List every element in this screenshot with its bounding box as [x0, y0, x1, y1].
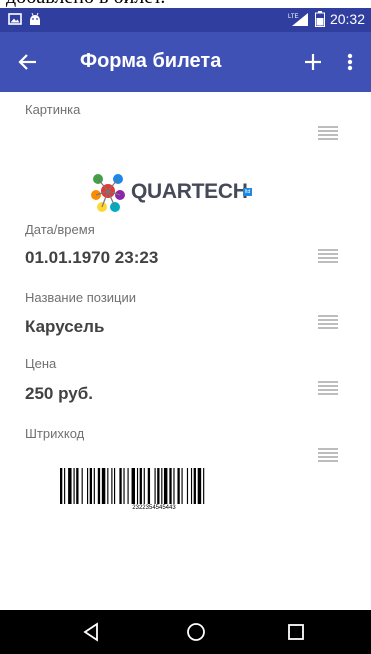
- datetime-value[interactable]: 01.01.1970 23:23: [25, 248, 158, 268]
- status-time: 20:32: [329, 11, 365, 27]
- add-icon[interactable]: [299, 48, 327, 76]
- back-arrow-icon[interactable]: [14, 48, 42, 76]
- logo-badge: ltd: [243, 188, 253, 196]
- item-name-value[interactable]: Карусель: [25, 317, 104, 337]
- drag-handle-icon[interactable]: [318, 381, 338, 395]
- item-name-label: Название позиции: [25, 290, 137, 305]
- drag-handle-icon[interactable]: [318, 126, 338, 140]
- datetime-label: Дата/время: [25, 222, 95, 237]
- photo-icon: [8, 13, 22, 25]
- logo-text: QUARTECH: [131, 180, 248, 203]
- caption-text: добавлено в билет.: [6, 0, 165, 8]
- caption-strip: добавлено в билет.: [0, 0, 371, 8]
- svg-text:LTE: LTE: [288, 14, 299, 20]
- quartech-logo-icon: [91, 174, 125, 212]
- drag-handle-icon[interactable]: [318, 249, 338, 263]
- more-vert-icon[interactable]: [340, 48, 360, 76]
- nav-recents-icon[interactable]: [284, 620, 308, 644]
- price-label: Цена: [25, 356, 57, 371]
- ticket-form: Картинка QUARTECH ltd Дата/время 01.01.1…: [0, 92, 371, 610]
- nav-home-icon[interactable]: [184, 620, 208, 644]
- picture-image[interactable]: QUARTECH ltd: [86, 166, 256, 216]
- drag-handle-icon[interactable]: [318, 315, 338, 329]
- nav-back-icon[interactable]: [80, 620, 104, 644]
- price-value[interactable]: 250 руб.: [25, 384, 93, 404]
- status-bar: LTE 20:32: [0, 8, 371, 32]
- system-nav-bar: [0, 610, 371, 654]
- drag-handle-icon[interactable]: [318, 448, 338, 462]
- android-icon: [30, 12, 40, 25]
- barcode-label: Штрихкод: [25, 426, 85, 441]
- picture-label: Картинка: [25, 102, 81, 117]
- barcode-image[interactable]: 2322354545443: [40, 462, 268, 518]
- lte-signal-icon: LTE: [288, 13, 308, 26]
- battery-icon: [314, 11, 325, 27]
- barcode-number: 2322354545443: [132, 505, 176, 511]
- app-bar: Форма билета: [0, 32, 371, 92]
- page-title: Форма билета: [80, 50, 222, 72]
- barcode-icon: [60, 468, 205, 504]
